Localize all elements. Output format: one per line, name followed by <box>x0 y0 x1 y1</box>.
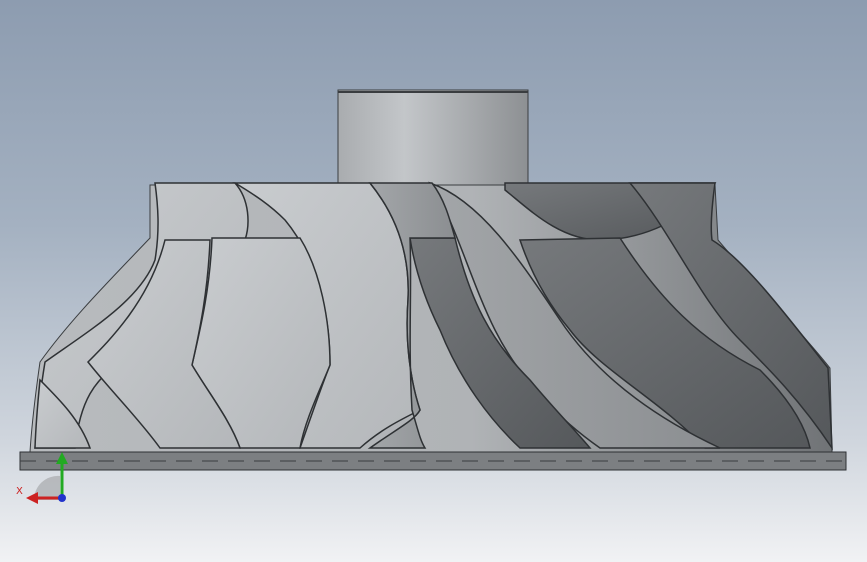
triad-graphic <box>26 452 68 504</box>
impeller-base-plate <box>19 451 847 471</box>
graphics-viewport[interactable]: X <box>0 0 867 562</box>
impeller-shaft <box>337 89 529 186</box>
x-axis-label: X <box>16 486 23 497</box>
y-axis-arrow <box>56 452 68 464</box>
impeller-model[interactable] <box>0 0 867 562</box>
z-axis-dot <box>58 494 66 502</box>
axis-triad: X <box>12 440 76 510</box>
x-axis-arrow <box>26 492 38 504</box>
